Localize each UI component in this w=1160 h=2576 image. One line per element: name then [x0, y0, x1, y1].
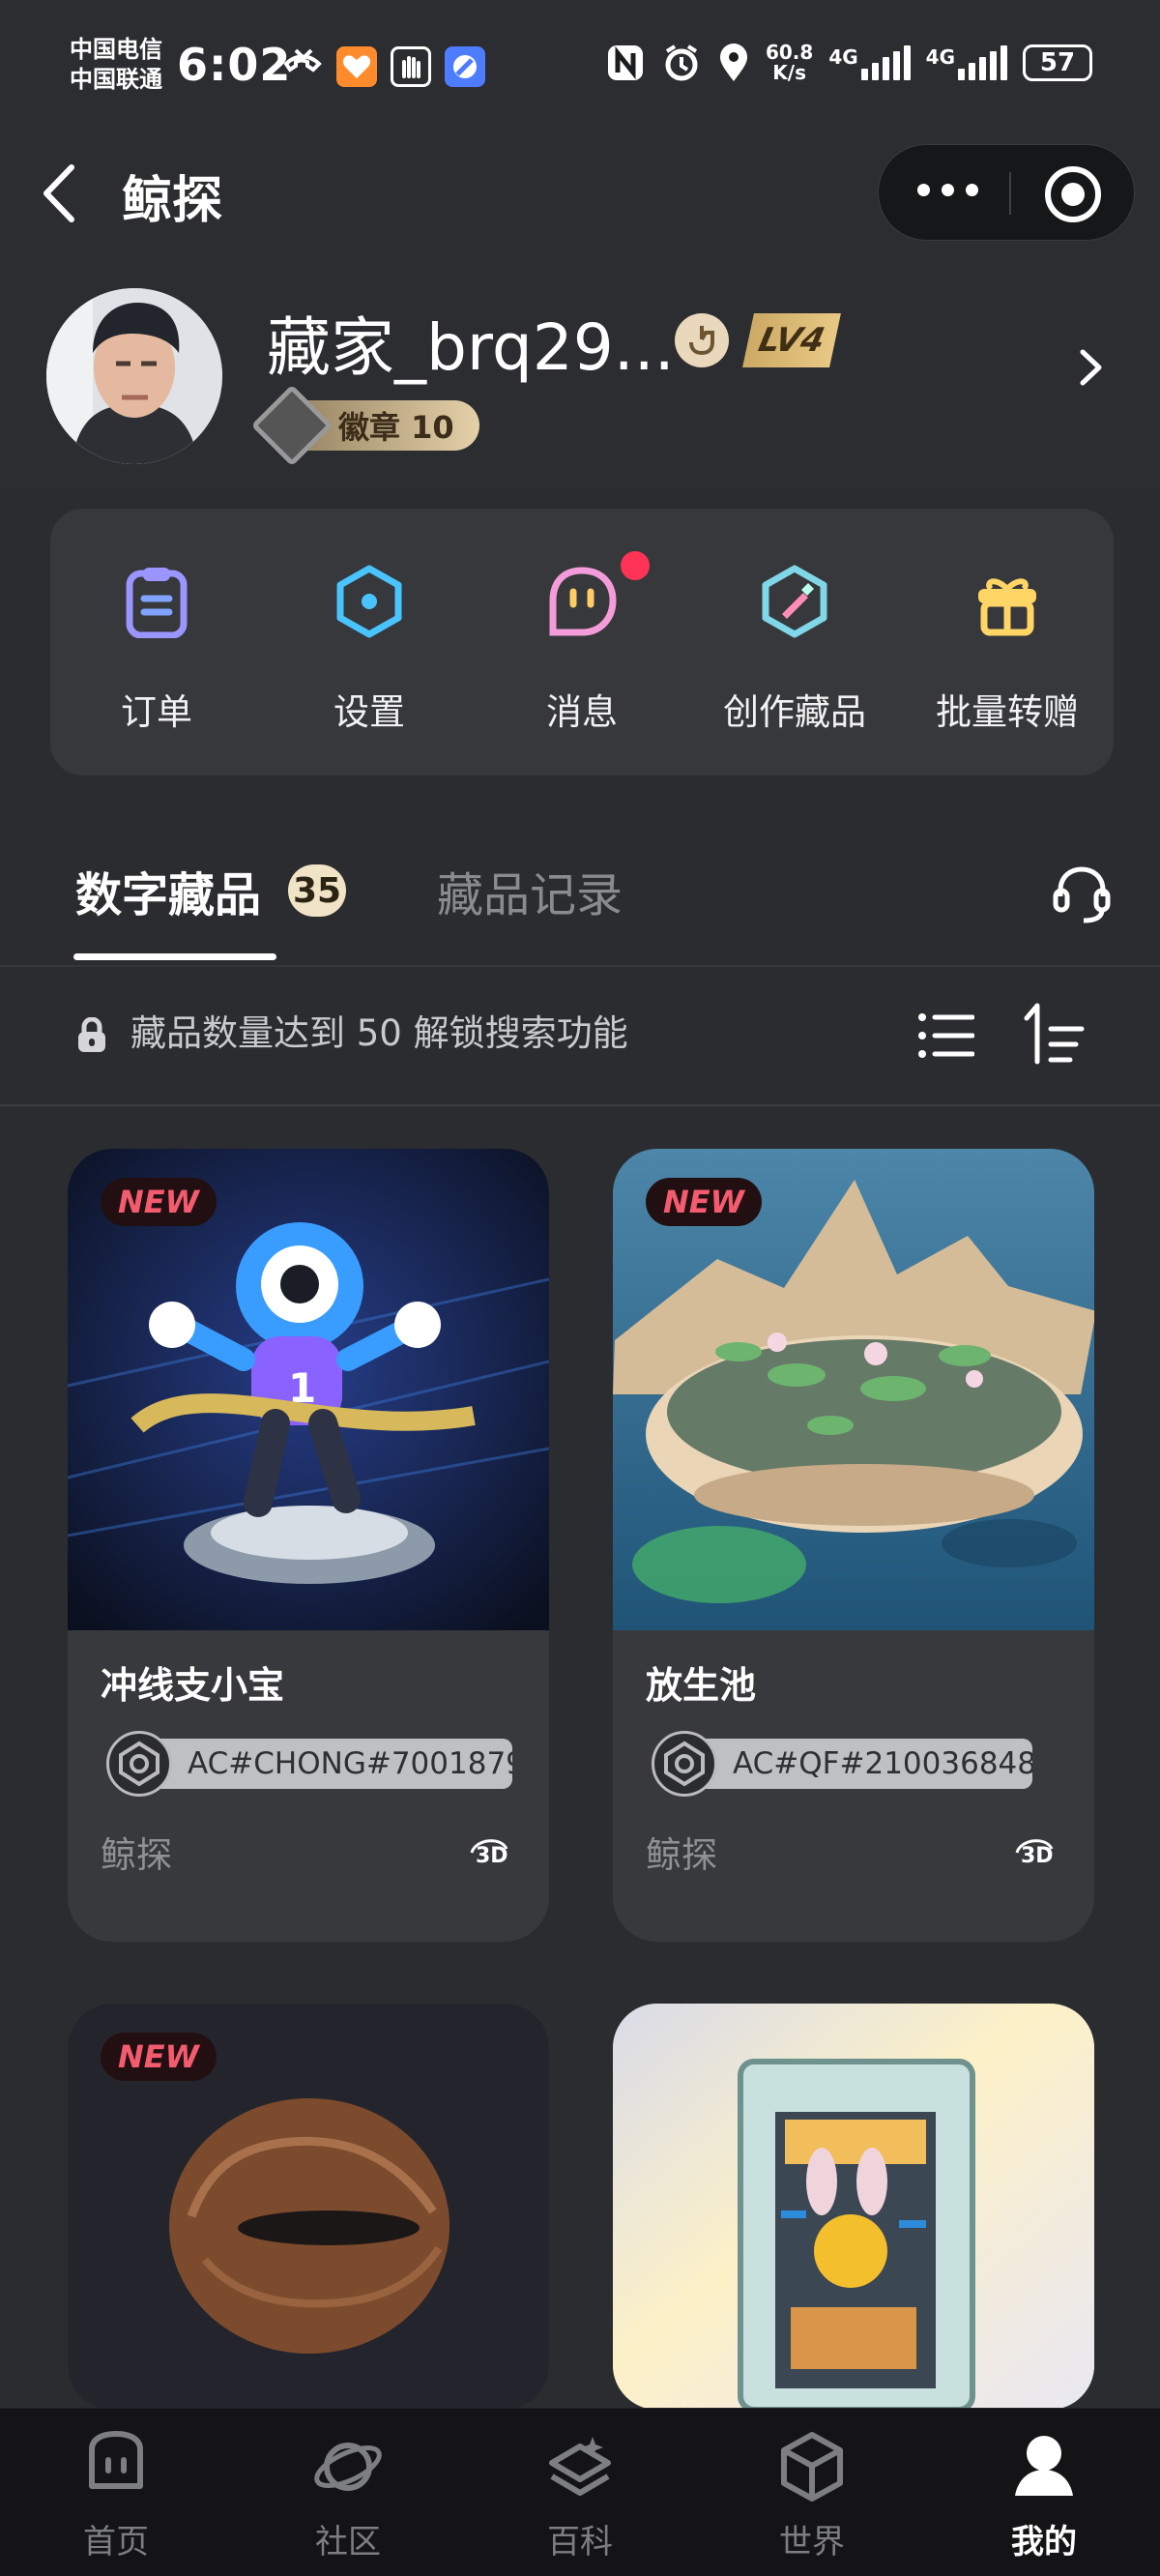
collection-card[interactable]: 1 NEW 冲线支小宝 AC#CHONG#70018790... 鲸探 3D	[68, 1149, 549, 1942]
active-tab-indicator	[73, 953, 276, 960]
chain-id-tag: AC#CHONG#70018790...	[106, 1731, 532, 1797]
back-arrow-icon[interactable]	[39, 161, 77, 225]
unread-red-dot	[621, 551, 650, 580]
action-messages[interactable]: 消息	[476, 509, 688, 776]
lock-icon	[78, 1017, 105, 1052]
chevron-right-icon[interactable]	[1079, 348, 1104, 387]
tab-collection-records[interactable]: 藏品记录	[437, 857, 623, 924]
nav-home[interactable]: 首页	[0, 2409, 232, 2576]
signal-1: 4G	[828, 45, 911, 80]
app-screen: 中国电信 中国联通 6:02 60.8 K/s 4G 4G 57 鲸探 藏家_b…	[0, 0, 1160, 2576]
level-badge: LV4	[742, 313, 841, 367]
action-create-collection[interactable]: 创作藏品	[688, 509, 901, 776]
status-time: 6:02	[177, 39, 292, 91]
collection-image	[613, 2004, 1094, 2410]
collection-tabs: 数字藏品 35 藏品记录	[0, 820, 1160, 965]
tab-digital-collections[interactable]: 数字藏品	[75, 857, 261, 924]
action-orders[interactable]: 订单	[50, 509, 263, 776]
avatar[interactable]	[46, 288, 222, 464]
collection-count-badge: 35	[288, 864, 346, 917]
verified-user-icon	[675, 313, 729, 367]
badge-medal-icon	[250, 384, 334, 467]
search-unlock-notice: 藏品数量达到 50 解锁搜索功能	[130, 1012, 628, 1054]
mini-program-capsule	[878, 144, 1135, 241]
status-system-icons: 60.8 K/s 4G 4G 57	[605, 43, 1092, 83]
missed-call-icon	[282, 46, 323, 87]
3d-icon: 3D	[1015, 1839, 1054, 1868]
badge-count[interactable]: 徽章 10	[250, 384, 479, 467]
action-settings[interactable]: 设置	[263, 509, 476, 776]
chain-id: AC#QF#2100368489	[690, 1739, 1032, 1789]
nav-mine[interactable]: 我的	[928, 2409, 1160, 2576]
search-lock-bar: 藏品数量达到 50 解锁搜索功能	[0, 967, 1160, 1104]
alarm-icon	[665, 44, 698, 81]
page-title: 鲸探	[122, 172, 223, 230]
nav-encyclopedia[interactable]: 百科	[464, 2409, 696, 2576]
encyclopedia-icon	[549, 2437, 611, 2496]
planet-icon	[314, 2443, 382, 2491]
status-app-icons	[282, 46, 485, 87]
brand-name: 鲸探	[101, 1834, 172, 1876]
hand-app-icon	[391, 46, 431, 87]
cube-icon	[781, 2432, 843, 2502]
new-badge: NEW	[646, 1178, 762, 1226]
nav-world[interactable]: 世界	[696, 2409, 928, 2576]
username: 藏家_brq29...	[267, 310, 675, 385]
blockchain-icon	[652, 1731, 717, 1797]
signal-bars-icon	[958, 45, 1007, 80]
browser-app-icon	[445, 46, 485, 87]
status-bar: 中国电信 中国联通 6:02 60.8 K/s 4G 4G 57	[0, 0, 1160, 140]
quick-actions-panel: 订单 设置 消息 创作藏品 批量转赠	[50, 509, 1114, 776]
chain-id: AC#CHONG#70018790...	[145, 1739, 512, 1789]
bottom-navigation: 首页 社区 百科 世界 我的	[0, 2408, 1160, 2576]
new-badge: NEW	[101, 1178, 217, 1226]
svg-text:3D: 3D	[1021, 1844, 1054, 1868]
collection-title: 放生池	[646, 1664, 757, 1707]
more-options-icon[interactable]	[917, 184, 978, 196]
list-view-icon[interactable]	[918, 1011, 974, 1060]
create-collection-icon	[762, 565, 827, 638]
carrier-2: 中国联通	[70, 66, 162, 93]
gift-icon	[978, 578, 1036, 636]
action-batch-gift[interactable]: 批量转赠	[901, 509, 1114, 776]
home-robot-icon	[89, 2431, 143, 2489]
collection-card[interactable]: NEW 放生池 AC#QF#2100368489 鲸探 3D	[613, 1149, 1094, 1942]
battery-icon: 57	[1023, 44, 1092, 81]
chain-id-tag: AC#QF#2100368489	[652, 1731, 1077, 1797]
carrier-1: 中国电信	[70, 36, 162, 63]
collection-card[interactable]: NEW	[68, 2004, 549, 2410]
brand-name: 鲸探	[646, 1834, 717, 1876]
nfc-icon	[607, 45, 643, 80]
capsule-divider	[1009, 172, 1011, 215]
user-icon	[1015, 2436, 1073, 2496]
clipboard-icon	[126, 568, 188, 638]
svg-text:3D: 3D	[476, 1844, 508, 1868]
3d-icon: 3D	[470, 1839, 508, 1868]
badge-label: 徽章 10	[338, 409, 454, 446]
hexagon-settings-icon	[336, 565, 402, 638]
nav-community[interactable]: 社区	[232, 2409, 464, 2576]
collection-title: 冲线支小宝	[101, 1664, 285, 1707]
location-icon	[719, 44, 747, 81]
health-app-icon	[336, 46, 377, 87]
collection-card[interactable]	[613, 2004, 1094, 2410]
blockchain-icon	[106, 1731, 172, 1797]
profile-section[interactable]: 藏家_brq29... LV4 徽章 10	[0, 280, 1160, 474]
navigation-bar: 鲸探	[0, 140, 1160, 247]
customer-service-icon[interactable]	[1052, 866, 1112, 924]
message-face-icon	[549, 567, 617, 636]
network-speed: 60.8 K/s	[765, 41, 814, 84]
carrier-names: 中国电信 中国联通	[70, 35, 162, 95]
sort-icon[interactable]	[1023, 1002, 1087, 1066]
signal-2: 4G	[926, 45, 1007, 80]
signal-bars-icon	[860, 45, 911, 80]
new-badge: NEW	[101, 2033, 217, 2081]
close-mini-program-icon[interactable]	[1045, 166, 1101, 222]
collection-grid: 1 NEW 冲线支小宝 AC#CHONG#70018790... 鲸探 3D N…	[0, 1106, 1160, 2410]
